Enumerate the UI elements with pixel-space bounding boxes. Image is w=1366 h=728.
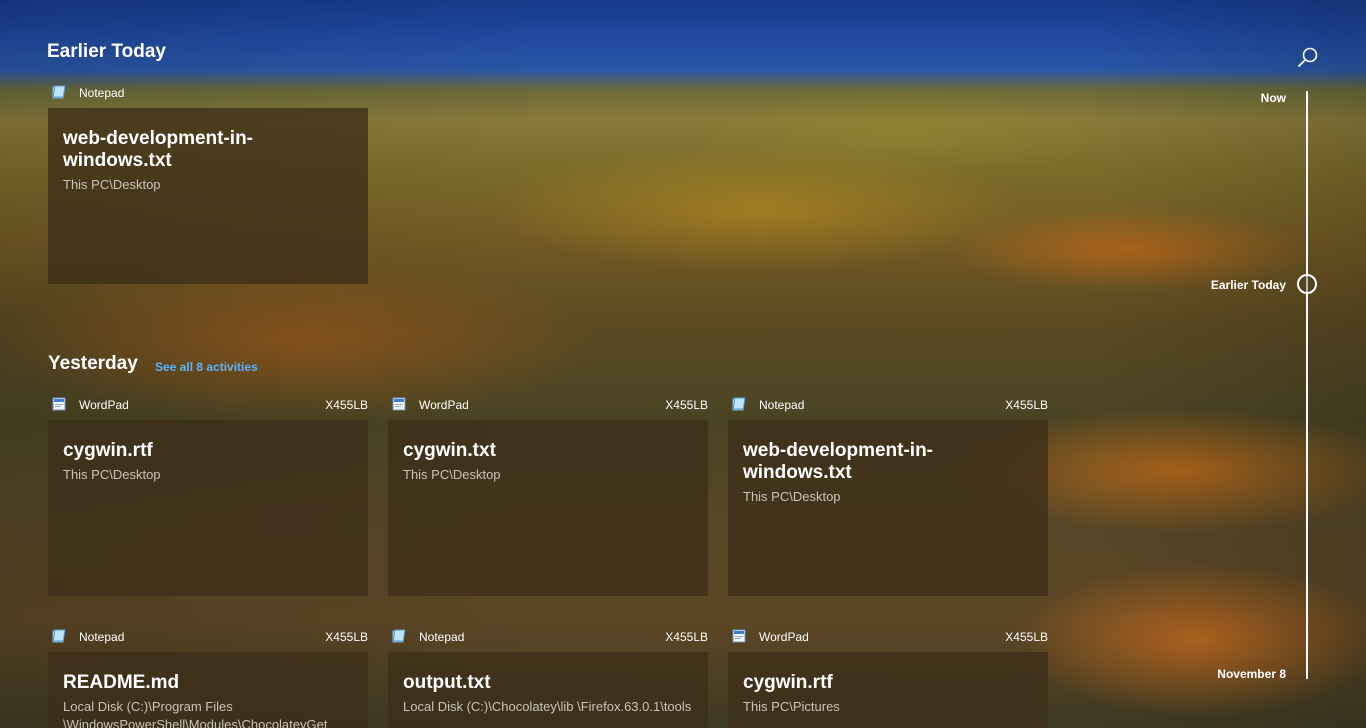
device-name: X455LB	[1005, 630, 1048, 644]
activity-card[interactable]: cygwin.txt This PC\Desktop	[388, 420, 708, 596]
activity-card-group: WordPad X455LB cygwin.txt This PC\Deskto…	[388, 396, 708, 596]
notepad-icon	[52, 629, 66, 643]
timeline-position-handle[interactable]	[1297, 274, 1317, 294]
card-path: This PC\Desktop	[743, 489, 841, 504]
activity-card-group: Notepad web-development-in-windows.txt T…	[48, 84, 368, 284]
notepad-icon	[52, 85, 66, 99]
card-header: WordPad X455LB	[48, 396, 368, 420]
timeline-label-now[interactable]: Now	[1261, 91, 1286, 105]
activity-card-group: Notepad X455LB output.txt Local Disk (C:…	[388, 628, 708, 728]
wordpad-icon	[52, 397, 66, 411]
device-name: X455LB	[325, 630, 368, 644]
card-path: Local Disk (C:)\Program Files \WindowsPo…	[63, 699, 328, 728]
card-header: Notepad X455LB	[48, 628, 368, 652]
card-title: cygwin.rtf	[63, 440, 153, 461]
activity-card[interactable]: output.txt Local Disk (C:)\Chocolatey\li…	[388, 652, 708, 728]
card-header: WordPad X455LB	[388, 396, 708, 420]
card-path: This PC\Desktop	[63, 467, 161, 482]
activity-card-group: WordPad X455LB cygwin.rtf This PC\Pictur…	[728, 628, 1048, 728]
app-name: Notepad	[419, 630, 465, 644]
activity-card[interactable]: cygwin.rtf This PC\Pictures	[728, 652, 1048, 728]
timeline-label-november-8[interactable]: November 8	[1217, 667, 1286, 681]
device-name: X455LB	[665, 398, 708, 412]
card-header: Notepad	[48, 84, 368, 108]
activity-card[interactable]: README.md Local Disk (C:)\Program Files …	[48, 652, 368, 728]
app-name: Notepad	[79, 86, 125, 100]
device-name: X455LB	[1005, 398, 1048, 412]
app-name: WordPad	[419, 398, 469, 412]
app-name: WordPad	[759, 630, 809, 644]
card-title: web-development-in-windows.txt	[743, 440, 934, 483]
card-path: This PC\Desktop	[403, 467, 501, 482]
app-name: Notepad	[79, 630, 125, 644]
app-name: WordPad	[79, 398, 129, 412]
activity-card[interactable]: web-development-in-windows.txt This PC\D…	[48, 108, 368, 284]
activity-card-group: Notepad X455LB web-development-in-window…	[728, 396, 1048, 596]
card-header: WordPad X455LB	[728, 628, 1048, 652]
card-title: README.md	[63, 672, 180, 693]
search-icon[interactable]	[1296, 46, 1320, 70]
card-path: Local Disk (C:)\Chocolatey\lib \Firefox.…	[403, 699, 692, 714]
see-all-activities-link[interactable]: See all 8 activities	[155, 360, 258, 374]
device-name: X455LB	[325, 398, 368, 412]
section-title-earlier-today: Earlier Today	[47, 41, 166, 62]
wordpad-icon	[392, 397, 406, 411]
card-path: This PC\Pictures	[743, 699, 840, 714]
timeline-label-earlier-today[interactable]: Earlier Today	[1211, 278, 1286, 292]
card-header: Notepad X455LB	[388, 628, 708, 652]
card-path: This PC\Desktop	[63, 177, 161, 192]
app-name: Notepad	[759, 398, 805, 412]
card-title: cygwin.rtf	[743, 672, 833, 693]
device-name: X455LB	[665, 630, 708, 644]
notepad-icon	[392, 629, 406, 643]
card-header: Notepad X455LB	[728, 396, 1048, 420]
activity-card[interactable]: cygwin.rtf This PC\Desktop	[48, 420, 368, 596]
card-title: cygwin.txt	[403, 440, 496, 461]
card-title: web-development-in-windows.txt	[63, 128, 254, 171]
activity-card[interactable]: web-development-in-windows.txt This PC\D…	[728, 420, 1048, 596]
wordpad-icon	[732, 629, 746, 643]
activity-card-group: WordPad X455LB cygwin.rtf This PC\Deskto…	[48, 396, 368, 596]
card-title: output.txt	[403, 672, 491, 693]
notepad-icon	[732, 397, 746, 411]
activity-card-group: Notepad X455LB README.md Local Disk (C:)…	[48, 628, 368, 728]
section-title-yesterday: Yesterday	[48, 353, 138, 374]
timeline-scrollbar[interactable]	[1306, 91, 1308, 679]
